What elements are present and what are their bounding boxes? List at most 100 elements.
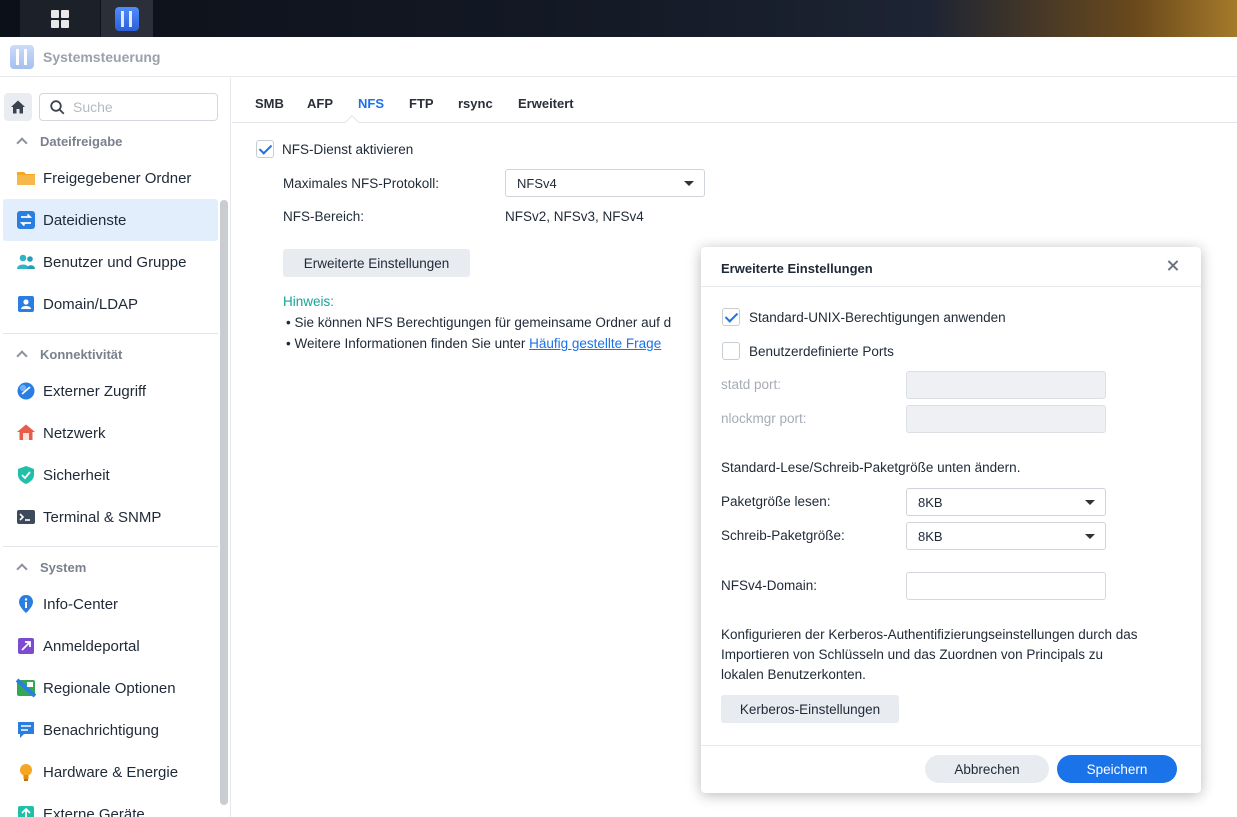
unix-permissions-label: Standard-UNIX-Berechtigungen anwenden xyxy=(749,309,1006,325)
sidebar-item-label: Benutzer und Gruppe xyxy=(43,253,187,271)
sidebar-divider xyxy=(3,333,218,334)
nfs-enable-checkbox[interactable] xyxy=(256,140,274,158)
sidebar-item-regionale-optionen[interactable]: Regionale Optionen xyxy=(3,667,218,709)
section-dateifreigabe[interactable]: Dateifreigabe xyxy=(16,131,122,151)
custom-ports-checkbox[interactable] xyxy=(722,342,740,360)
custom-ports-row[interactable]: Benutzerdefinierte Ports xyxy=(722,342,894,360)
search-input[interactable] xyxy=(73,99,213,115)
sidebar-item-benachrichtigung[interactable]: Benachrichtigung xyxy=(3,709,218,751)
bulb-icon xyxy=(20,764,32,781)
folder-icon xyxy=(17,172,35,185)
sidebar-item-hardware-energie[interactable]: Hardware & Energie xyxy=(3,751,218,793)
control-panel-icon xyxy=(115,6,139,31)
dialog-footer-divider xyxy=(701,745,1201,746)
chevron-down-icon xyxy=(1085,534,1095,539)
sidebar-item-label: Benachrichtigung xyxy=(43,721,159,739)
main-menu-button[interactable] xyxy=(20,0,100,37)
sidebar-item-externer-zugriff[interactable]: Externer Zugriff xyxy=(3,370,218,412)
max-protocol-select[interactable]: NFSv4 xyxy=(505,169,705,197)
note-line-1: • Sie können NFS Berechtigungen für geme… xyxy=(286,315,672,330)
nfsv4-domain-label: NFSv4-Domain: xyxy=(721,578,818,593)
nfs-enable-row[interactable]: NFS-Dienst aktivieren xyxy=(256,140,413,158)
chevron-up-icon xyxy=(16,350,28,362)
chevron-down-icon xyxy=(684,181,694,186)
kerberos-settings-button[interactable]: Kerberos-Einstellungen xyxy=(721,695,899,723)
section-konnektivitaet[interactable]: Konnektivität xyxy=(16,344,123,364)
notification-icon xyxy=(18,722,34,738)
users-icon xyxy=(17,254,35,269)
home-icon xyxy=(11,100,25,114)
write-packet-select[interactable]: 8KB xyxy=(906,522,1106,550)
sidebar-item-label: Netzwerk xyxy=(43,424,106,442)
tab-erweitert[interactable]: Erweitert xyxy=(518,96,574,111)
nfs-enable-label: NFS-Dienst aktivieren xyxy=(282,141,414,157)
tab-ftp[interactable]: FTP xyxy=(409,96,434,111)
close-icon[interactable] xyxy=(1165,258,1181,274)
sidebar-scrollbar[interactable] xyxy=(220,200,228,805)
nfsv4-domain-input[interactable] xyxy=(906,572,1106,600)
statd-port-input[interactable] xyxy=(906,371,1106,399)
sidebar-item-label: Terminal & SNMP xyxy=(43,508,162,526)
tab-nfs[interactable]: NFS xyxy=(358,96,384,111)
unix-permissions-checkbox[interactable] xyxy=(722,308,740,326)
search-input-wrapper[interactable] xyxy=(39,93,218,121)
sidebar-item-info-center[interactable]: Info-Center xyxy=(3,583,218,625)
note-line-2-text: • Weitere Informationen finden Sie unter xyxy=(286,336,530,351)
advanced-settings-dialog: Erweiterte Einstellungen Standard-UNIX-B… xyxy=(701,247,1201,793)
sidebar-item-sicherheit[interactable]: Sicherheit xyxy=(3,454,218,496)
select-value: NFSv4 xyxy=(517,175,557,191)
sidebar-item-label: Anmeldeportal xyxy=(43,637,140,655)
sidebar-item-anmeldeportal[interactable]: Anmeldeportal xyxy=(3,625,218,667)
save-button[interactable]: Speichern xyxy=(1057,755,1177,783)
sidebar-item-externe-geraete[interactable]: Externe Geräte xyxy=(3,793,218,817)
custom-ports-label: Benutzerdefinierte Ports xyxy=(749,343,894,359)
apps-grid-icon xyxy=(51,9,69,28)
chevron-up-icon xyxy=(16,563,28,575)
kerberos-text-line-2: Importieren von Schlüsseln und das Zuord… xyxy=(721,647,1103,662)
faq-link[interactable]: Häufig gestellte Frage xyxy=(529,336,661,351)
desktop-taskbar xyxy=(0,0,1237,37)
section-system[interactable]: System xyxy=(16,557,86,577)
sidebar-item-domain-ldap[interactable]: Domain/LDAP xyxy=(3,283,218,325)
taskbar-control-panel-button[interactable] xyxy=(101,0,153,37)
chevron-up-icon xyxy=(16,137,28,149)
tab-rsync[interactable]: rsync xyxy=(458,96,493,111)
external-devices-icon xyxy=(18,806,34,817)
max-protocol-label: Maximales NFS-Protokoll: xyxy=(283,176,440,191)
note-line-2: • Weitere Informationen finden Sie unter… xyxy=(286,336,661,351)
read-packet-label: Paketgröße lesen: xyxy=(721,494,831,509)
login-portal-icon xyxy=(18,638,34,654)
section-title: Konnektivität xyxy=(40,346,123,362)
select-value: 8KB xyxy=(918,494,943,510)
read-packet-select[interactable]: 8KB xyxy=(906,488,1106,516)
window-titlebar: Systemsteuerung xyxy=(0,37,1237,77)
sidebar-item-dateidienste[interactable]: Dateidienste xyxy=(3,199,218,241)
tab-smb[interactable]: SMB xyxy=(255,96,284,111)
sidebar-item-netzwerk[interactable]: Netzwerk xyxy=(3,412,218,454)
terminal-icon xyxy=(17,510,35,524)
packet-size-note: Standard-Lese/Schreib-Paketgröße unten ä… xyxy=(721,460,1021,475)
home-button[interactable] xyxy=(4,93,32,121)
sidebar-divider xyxy=(3,546,218,547)
sidebar-item-label: Domain/LDAP xyxy=(43,295,139,313)
kerberos-text-line-3: lokalen Benutzerkonten. xyxy=(721,667,866,682)
kerberos-text-line-1: Konfigurieren der Kerberos-Authentifizie… xyxy=(721,627,1138,642)
tab-afp[interactable]: AFP xyxy=(307,96,333,111)
sidebar-item-label: Hardware & Energie xyxy=(43,763,179,781)
file-services-icon xyxy=(17,211,35,229)
sidebar-item-freigegebener-ordner[interactable]: Freigegebener Ordner xyxy=(3,157,218,199)
sidebar: Dateifreigabe Freigegebener Ordner Datei… xyxy=(0,78,231,817)
active-tab-indicator xyxy=(344,114,360,130)
sidebar-item-benutzer-und-gruppe[interactable]: Benutzer und Gruppe xyxy=(3,241,218,283)
sidebar-item-label: Externer Zugriff xyxy=(43,382,147,400)
info-icon xyxy=(19,595,33,613)
note-title: Hinweis: xyxy=(283,294,335,309)
sidebar-item-label: Dateidienste xyxy=(43,211,127,229)
regional-icon xyxy=(16,678,36,698)
advanced-settings-button[interactable]: Erweiterte Einstellungen xyxy=(283,249,470,277)
cancel-button[interactable]: Abbrechen xyxy=(925,755,1049,783)
nlockmgr-port-input[interactable] xyxy=(906,405,1106,433)
unix-permissions-row[interactable]: Standard-UNIX-Berechtigungen anwenden xyxy=(722,308,1006,326)
shield-icon xyxy=(18,466,34,484)
sidebar-item-terminal-snmp[interactable]: Terminal & SNMP xyxy=(3,496,218,538)
